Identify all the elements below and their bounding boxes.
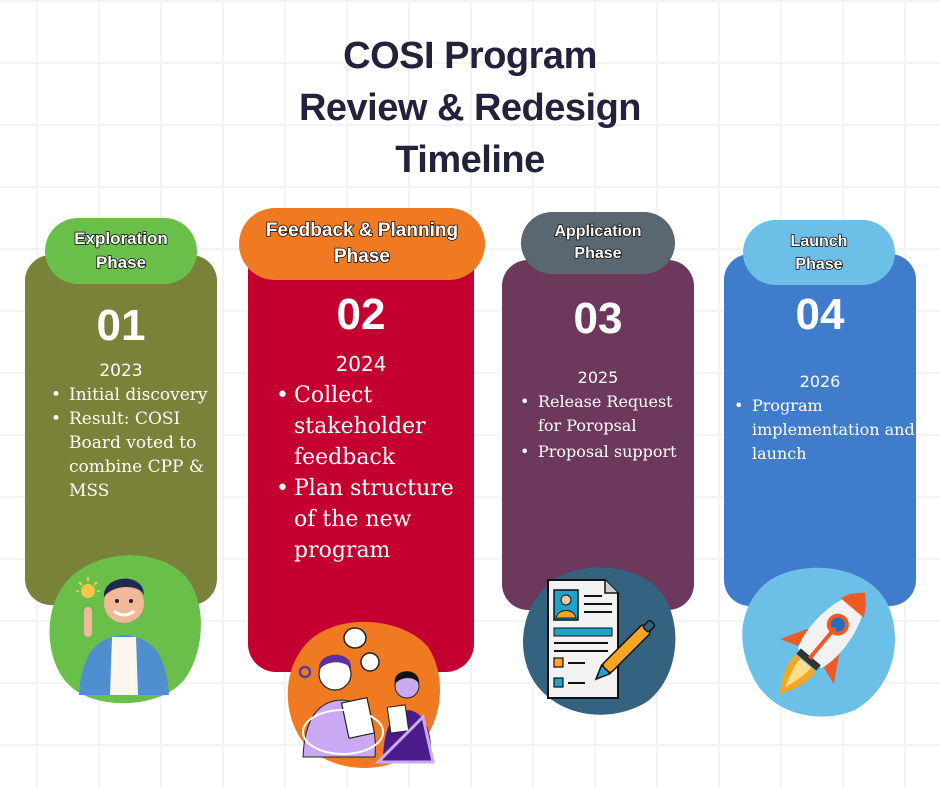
phase-pill-2: Feedback & Planning Phase [239,208,485,280]
phase-card-4: 04 2026 Program implementation and launc… [724,254,916,606]
pill-label: Application [554,222,643,241]
phase-pill-1: Exploration Phase [45,218,197,284]
application-form-icon [523,567,676,715]
phase-year: 2023 [99,361,143,381]
phase-card-2: 02 2024 Collect stakeholder feedback Pla… [248,232,474,672]
phase-bullets: Release Request for Poropsal Proposal su… [516,390,696,464]
title-line-1: COSI Program [343,35,597,77]
phase-year: 2026 [799,372,841,391]
phase-number: 03 [573,294,623,343]
idea-person-icon [49,555,201,704]
phase-pill-4: Launch Phase [743,220,895,285]
bullet-item: Result: COSI Board voted to combine CPP … [47,407,215,503]
pill-label: Phase [333,245,390,268]
phase-number: 04 [795,290,845,339]
pill-label: Feedback & Planning [265,219,459,242]
bullet-item: Program implementation and launch [730,394,916,466]
pill-label: Phase [95,252,147,273]
phase-number: 01 [96,301,146,350]
discussion-people-icon [287,621,440,769]
page-title: COSI Program Review & Redesign Timeline [0,30,940,186]
pill-label: Exploration [73,228,168,249]
phase-pill-3: Application Phase [521,212,675,274]
rocket-icon [742,567,896,717]
bullet-item: Initial discovery [47,383,215,407]
pill-label: Phase [795,255,844,274]
phase-year: 2025 [577,368,619,387]
bullet-item: Collect stakeholder feedback [272,380,472,473]
phase-number: 02 [336,290,386,339]
phase-year: 2024 [335,352,387,376]
phase-bullets: Collect stakeholder feedback Plan struct… [272,380,472,566]
title-line-3: Timeline [395,139,545,181]
pill-label: Phase [574,244,623,263]
pill-label: Launch [790,232,848,251]
title-line-2: Review & Redesign [298,87,642,129]
phase-bullets: Initial discovery Result: COSI Board vot… [47,383,215,503]
bullet-item: Release Request for Poropsal [516,390,696,438]
phase-bullets: Program implementation and launch [730,394,916,466]
bullet-item: Proposal support [516,440,696,464]
bullet-item: Plan structure of the new program [272,473,472,566]
